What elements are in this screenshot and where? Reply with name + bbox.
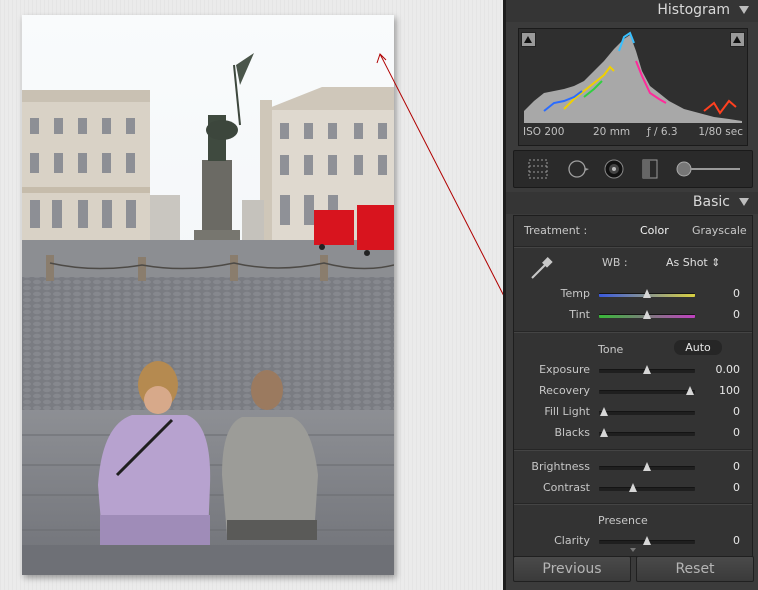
slider-value[interactable]: 0	[733, 405, 740, 418]
slider-row-temp: Temp 0	[514, 284, 752, 304]
slider-row-tint: Tint 0	[514, 305, 752, 325]
white-balance-eyedropper-icon[interactable]	[526, 254, 556, 284]
graduated-filter-icon[interactable]	[638, 157, 662, 181]
histogram-graph	[524, 31, 742, 123]
slider-value[interactable]: 0	[733, 287, 740, 300]
auto-tone-button[interactable]: Auto	[674, 340, 722, 355]
divider	[514, 331, 752, 333]
slider-row-contrast: Contrast 0	[514, 478, 752, 498]
slider-thumb[interactable]	[599, 407, 608, 416]
slider-label: Contrast	[542, 481, 590, 494]
divider	[514, 503, 752, 505]
treatment-grayscale-option[interactable]: Grayscale	[692, 224, 747, 237]
photo-canvas	[0, 0, 503, 590]
histogram-title: Histogram	[657, 2, 730, 18]
slider-label: Tint	[569, 308, 590, 321]
slider-label: Blacks	[554, 426, 591, 439]
iso-readout: ISO 200	[523, 126, 565, 138]
slider-row-exposure: Exposure 0.00	[514, 360, 752, 380]
divider	[514, 449, 752, 451]
basic-panel: Treatment : Color Grayscale WB : As Shot…	[513, 215, 753, 557]
slider-track[interactable]	[599, 390, 695, 394]
tone-label: Tone	[598, 343, 624, 356]
slider-value[interactable]: 0	[733, 534, 740, 547]
histogram: ISO 200 20 mm ƒ / 6.3 1/80 sec	[518, 28, 748, 146]
slider-label: Temp	[560, 287, 590, 300]
slider-thumb[interactable]	[686, 386, 695, 395]
scroll-indicator-icon	[630, 548, 636, 552]
basic-title: Basic	[692, 194, 730, 210]
slider-thumb[interactable]	[599, 428, 608, 437]
collapse-triangle-icon[interactable]	[739, 198, 749, 206]
adjustment-brush-icon[interactable]	[674, 157, 744, 181]
slider-thumb[interactable]	[643, 289, 651, 298]
slider-thumb[interactable]	[643, 536, 651, 545]
slider-row-brightness: Brightness 0	[514, 457, 752, 477]
slider-label: Recovery	[538, 384, 590, 397]
slider-value[interactable]: 0	[733, 308, 740, 321]
slider-row-blacks: Blacks 0	[514, 423, 752, 443]
treatment-label: Treatment :	[524, 224, 588, 237]
previous-button[interactable]: Previous	[513, 556, 631, 582]
slider-value[interactable]: 100	[719, 384, 740, 397]
slider-label: Exposure	[539, 363, 590, 376]
wb-label: WB :	[602, 256, 628, 269]
slider-thumb[interactable]	[643, 365, 651, 374]
red-eye-icon[interactable]	[602, 157, 626, 181]
slider-row-fill-light: Fill Light 0	[514, 402, 752, 422]
focal-length-readout: 20 mm	[593, 126, 631, 138]
develop-right-panel: Histogram ISO 200 20 mm ƒ / 6.3 1/80 sec	[503, 0, 758, 590]
histogram-header[interactable]: Histogram	[506, 0, 758, 22]
slider-label: Brightness	[531, 460, 590, 473]
presence-label: Presence	[598, 514, 648, 527]
spot-removal-icon[interactable]	[566, 157, 590, 181]
slider-label: Fill Light	[544, 405, 590, 418]
slider-value[interactable]: 0	[733, 481, 740, 494]
shutter-readout: 1/80 sec	[698, 126, 743, 138]
slider-thumb[interactable]	[643, 310, 651, 319]
slider-thumb[interactable]	[628, 483, 637, 492]
crop-overlay-icon[interactable]	[526, 157, 550, 181]
slider-value[interactable]: 0	[733, 426, 740, 439]
basic-header[interactable]: Basic	[506, 192, 758, 214]
slider-thumb[interactable]	[643, 462, 651, 471]
slider-value[interactable]: 0.00	[716, 363, 741, 376]
aperture-readout: ƒ / 6.3	[647, 126, 678, 138]
slider-value[interactable]: 0	[733, 460, 740, 473]
collapse-triangle-icon[interactable]	[739, 6, 749, 14]
slider-track[interactable]	[599, 432, 695, 436]
photo-preview[interactable]	[22, 15, 394, 575]
divider	[514, 246, 752, 248]
reset-button[interactable]: Reset	[636, 556, 754, 582]
slider-label: Clarity	[554, 534, 590, 547]
slider-track[interactable]	[599, 411, 695, 415]
tool-strip	[513, 150, 753, 188]
slider-row-recovery: Recovery 100	[514, 381, 752, 401]
slider-track[interactable]	[599, 487, 695, 491]
wb-preset-select[interactable]: As Shot ⇕	[666, 256, 720, 269]
treatment-color-option[interactable]: Color	[640, 224, 669, 237]
